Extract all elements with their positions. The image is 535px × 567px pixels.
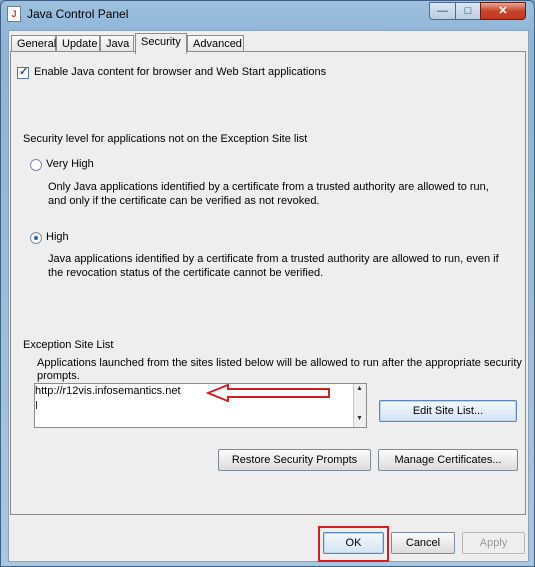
tab-security[interactable]: Security: [135, 33, 187, 54]
radio-selected-dot: [34, 236, 38, 240]
exception-description-line-2: prompts.: [37, 370, 80, 382]
site-list-scrollbar[interactable]: ▲ ▼: [353, 384, 366, 427]
java-app-icon: J: [7, 6, 21, 22]
text-cursor: [36, 401, 37, 409]
scroll-up-icon[interactable]: ▲: [356, 385, 363, 392]
edit-site-list-button[interactable]: Edit Site List...: [379, 400, 517, 422]
high-description-line-2: the revocation status of the certificate…: [48, 267, 324, 279]
high-radio[interactable]: [30, 232, 42, 244]
restore-security-prompts-button[interactable]: Restore Security Prompts: [218, 449, 371, 471]
dialog-client-area: General Update Java Security Advanced ✓ …: [8, 30, 529, 562]
very-high-description-line-2: and only if the certificate can be verif…: [48, 195, 320, 207]
window-title: Java Control Panel: [27, 7, 129, 21]
enable-java-checkbox[interactable]: ✓: [17, 66, 29, 79]
high-label[interactable]: High: [46, 231, 69, 243]
enable-java-label[interactable]: Enable Java content for browser and Web …: [34, 66, 326, 78]
dialog-button-bar: OK Cancel Apply: [9, 521, 528, 561]
exception-description-line-1: Applications launched from the sites lis…: [37, 357, 522, 369]
cancel-button[interactable]: Cancel: [391, 532, 455, 554]
exception-site-list-heading: Exception Site List: [23, 339, 114, 351]
very-high-label[interactable]: Very High: [46, 158, 94, 170]
scroll-down-icon[interactable]: ▼: [356, 415, 363, 422]
very-high-description-line-1: Only Java applications identified by a c…: [48, 181, 489, 193]
high-description-line-1: Java applications identified by a certif…: [48, 253, 499, 265]
ok-highlight-box: [318, 526, 389, 562]
minimize-button[interactable]: —: [429, 2, 456, 20]
checkmark-icon: ✓: [19, 66, 29, 78]
apply-button[interactable]: Apply: [462, 532, 525, 554]
maximize-button[interactable]: □: [455, 2, 481, 20]
annotation-arrow-icon: [206, 384, 330, 402]
title-bar[interactable]: J Java Control Panel — □ ✕: [1, 1, 534, 29]
close-button[interactable]: ✕: [480, 2, 526, 20]
java-control-panel-window: J Java Control Panel — □ ✕ General Updat…: [0, 0, 535, 567]
very-high-radio[interactable]: [30, 159, 42, 171]
security-panel: ✓ Enable Java content for browser and We…: [10, 51, 526, 515]
site-list-item[interactable]: http://r12vis.infosemantics.net: [35, 385, 181, 397]
manage-certificates-button[interactable]: Manage Certificates...: [378, 449, 518, 471]
security-level-heading: Security level for applications not on t…: [23, 133, 308, 145]
